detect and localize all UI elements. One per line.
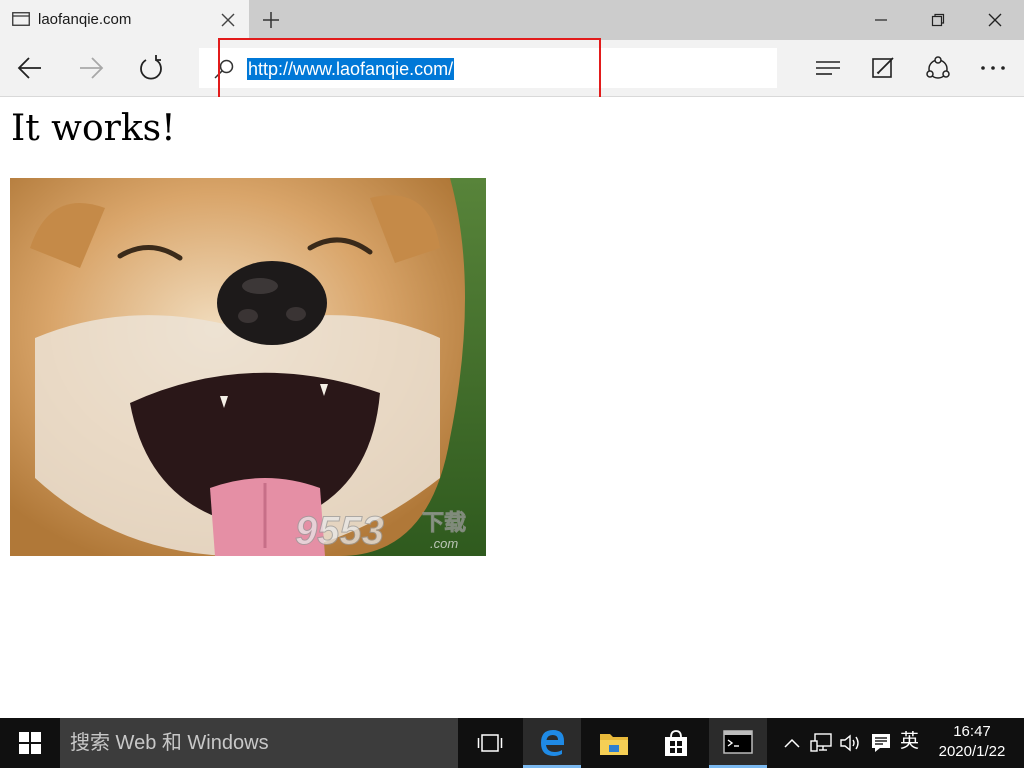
tab-bar: laofanqie.com: [0, 0, 1024, 40]
back-button[interactable]: [8, 48, 52, 88]
shiba-dog-image: 9553 下载 .com: [10, 178, 486, 556]
cmd-icon: [723, 729, 753, 754]
back-arrow-icon: [17, 57, 41, 79]
network-button[interactable]: [809, 730, 833, 756]
tab-close-icon[interactable]: [218, 10, 238, 30]
store-button[interactable]: [647, 718, 705, 768]
forward-arrow-icon: [80, 57, 104, 79]
tab-title: laofanqie.com: [38, 11, 132, 28]
page-content: It works! 9553 下载 .com: [0, 97, 1024, 718]
cmd-taskbar-button[interactable]: [709, 718, 767, 768]
clock-time: 16:47: [953, 723, 991, 740]
page-heading: It works!: [11, 108, 176, 149]
close-icon: [988, 13, 1002, 27]
share-icon: [926, 56, 950, 79]
taskbar-clock[interactable]: 16:47 2020/1/22: [928, 722, 1016, 762]
restore-button[interactable]: [910, 0, 966, 40]
browser-tab[interactable]: laofanqie.com: [0, 0, 249, 40]
action-center-button[interactable]: [869, 730, 893, 756]
web-note-icon: [872, 57, 894, 78]
svg-text:9553: 9553: [295, 509, 384, 553]
windows-logo-icon: [19, 732, 41, 754]
chevron-up-icon: [784, 738, 800, 748]
close-window-button[interactable]: [967, 0, 1023, 40]
svg-text:下载: 下载: [422, 510, 466, 536]
task-view-button[interactable]: [461, 718, 519, 768]
volume-icon: [840, 734, 859, 752]
page-icon: [12, 12, 30, 26]
store-icon: [665, 730, 687, 756]
more-button[interactable]: [971, 48, 1015, 88]
minimize-button[interactable]: [853, 0, 909, 40]
taskbar-search-box[interactable]: 搜索 Web 和 Windows: [60, 718, 458, 768]
network-icon: [810, 733, 832, 752]
restore-icon: [931, 13, 945, 27]
start-button[interactable]: [0, 718, 60, 768]
taskbar: 搜索 Web 和 Windows 英 16:47 2020/1/22: [0, 718, 1024, 768]
svg-text:.com: .com: [430, 536, 458, 551]
image-watermark: 9553 下载 .com: [295, 509, 467, 554]
refresh-button[interactable]: [129, 48, 173, 88]
share-button[interactable]: [916, 48, 960, 88]
volume-button[interactable]: [839, 730, 863, 756]
edge-taskbar-button[interactable]: [523, 718, 581, 768]
new-tab-icon[interactable]: [260, 9, 282, 31]
hub-button[interactable]: [806, 48, 850, 88]
file-explorer-button[interactable]: [585, 718, 643, 768]
forward-button[interactable]: [69, 48, 113, 88]
clock-date: 2020/1/22: [938, 743, 1006, 760]
more-icon: [981, 66, 1005, 70]
minimize-icon: [875, 19, 887, 21]
show-hidden-icons-button[interactable]: [780, 730, 804, 756]
web-note-button[interactable]: [861, 48, 905, 88]
task-view-icon: [477, 734, 503, 752]
file-explorer-icon: [600, 734, 628, 755]
taskbar-search-placeholder: 搜索 Web 和 Windows: [70, 732, 269, 754]
input-method-indicator[interactable]: 英: [900, 730, 919, 754]
edge-icon: [541, 729, 564, 756]
hub-icon: [816, 61, 840, 75]
action-center-icon: [872, 734, 890, 752]
refresh-icon: [140, 55, 162, 80]
